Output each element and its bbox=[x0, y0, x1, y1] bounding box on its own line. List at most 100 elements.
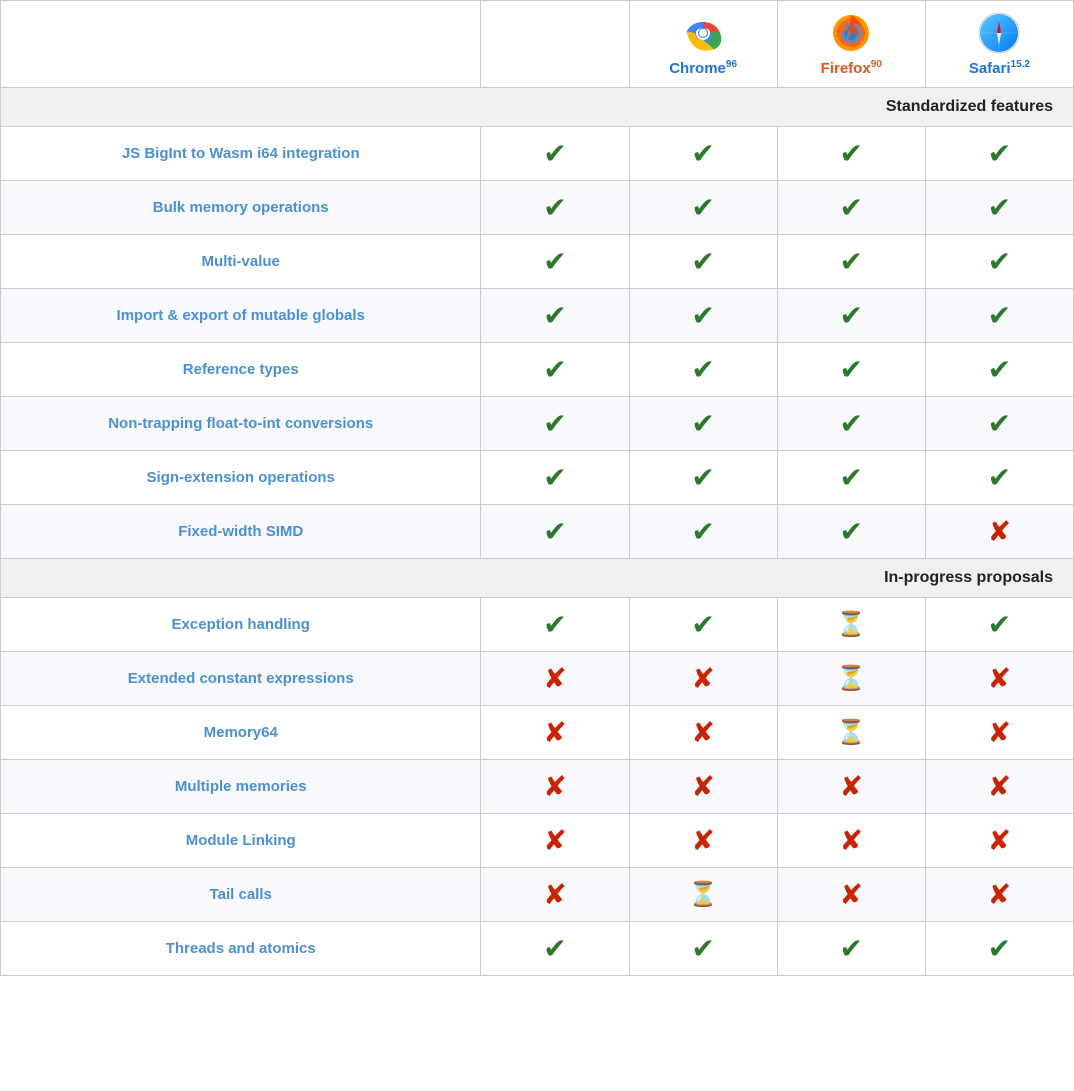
your-browser-status: ✔ bbox=[481, 451, 629, 505]
firefox-header: Firefox90 bbox=[777, 1, 925, 88]
safari-status: ✔ bbox=[925, 127, 1073, 181]
table-row: Extended constant expressions✘✘⏳✘ bbox=[1, 652, 1074, 706]
your-browser-status: ✔ bbox=[481, 397, 629, 451]
your-browser-status: ✘ bbox=[481, 868, 629, 922]
table-row: Threads and atomics✔✔✔✔ bbox=[1, 922, 1074, 976]
feature-name: Multi-value bbox=[1, 235, 481, 289]
firefox-status: ✔ bbox=[777, 235, 925, 289]
safari-icon bbox=[977, 11, 1021, 55]
safari-status: ✔ bbox=[925, 289, 1073, 343]
table-row: Non-trapping float-to-int conversions✔✔✔… bbox=[1, 397, 1074, 451]
firefox-status: ✘ bbox=[777, 760, 925, 814]
firefox-status: ⏳ bbox=[777, 598, 925, 652]
feature-name: Fixed-width SIMD bbox=[1, 505, 481, 559]
feature-column-header bbox=[1, 1, 481, 88]
your-browser-status: ✔ bbox=[481, 181, 629, 235]
table-row: Import & export of mutable globals✔✔✔✔ bbox=[1, 289, 1074, 343]
feature-name: Reference types bbox=[1, 343, 481, 397]
firefox-status: ✔ bbox=[777, 922, 925, 976]
your-browser-status: ✘ bbox=[481, 814, 629, 868]
firefox-status: ✔ bbox=[777, 343, 925, 397]
safari-status: ✔ bbox=[925, 181, 1073, 235]
table-row: JS BigInt to Wasm i64 integration✔✔✔✔ bbox=[1, 127, 1074, 181]
firefox-status: ✔ bbox=[777, 181, 925, 235]
feature-name: JS BigInt to Wasm i64 integration bbox=[1, 127, 481, 181]
your-browser-status: ✔ bbox=[481, 289, 629, 343]
table-row: Module Linking✘✘✘✘ bbox=[1, 814, 1074, 868]
feature-name: Bulk memory operations bbox=[1, 181, 481, 235]
your-browser-status: ✘ bbox=[481, 760, 629, 814]
your-browser-header bbox=[481, 1, 629, 88]
table-row: Fixed-width SIMD✔✔✔✘ bbox=[1, 505, 1074, 559]
safari-status: ✘ bbox=[925, 706, 1073, 760]
your-browser-status: ✔ bbox=[481, 922, 629, 976]
firefox-status: ✘ bbox=[777, 868, 925, 922]
chrome-status: ⏳ bbox=[629, 868, 777, 922]
feature-name: Sign-extension operations bbox=[1, 451, 481, 505]
chrome-status: ✔ bbox=[629, 127, 777, 181]
firefox-status: ✔ bbox=[777, 127, 925, 181]
your-browser-status: ✘ bbox=[481, 706, 629, 760]
chrome-status: ✘ bbox=[629, 814, 777, 868]
firefox-icon bbox=[829, 11, 873, 55]
chrome-status: ✔ bbox=[629, 451, 777, 505]
safari-header: Safari15.2 bbox=[925, 1, 1073, 88]
firefox-status: ⏳ bbox=[777, 706, 925, 760]
safari-status: ✔ bbox=[925, 598, 1073, 652]
safari-status: ✔ bbox=[925, 235, 1073, 289]
safari-status: ✔ bbox=[925, 922, 1073, 976]
section-title: In-progress proposals bbox=[1, 559, 1074, 598]
firefox-status: ✔ bbox=[777, 505, 925, 559]
your-browser-status: ✘ bbox=[481, 652, 629, 706]
feature-name: Import & export of mutable globals bbox=[1, 289, 481, 343]
safari-status: ✘ bbox=[925, 760, 1073, 814]
chrome-status: ✔ bbox=[629, 235, 777, 289]
table-row: Exception handling✔✔⏳✔ bbox=[1, 598, 1074, 652]
feature-name: Non-trapping float-to-int conversions bbox=[1, 397, 481, 451]
firefox-status: ✔ bbox=[777, 397, 925, 451]
your-browser-status: ✔ bbox=[481, 598, 629, 652]
table-row: Memory64✘✘⏳✘ bbox=[1, 706, 1074, 760]
chrome-status: ✔ bbox=[629, 343, 777, 397]
chrome-status: ✔ bbox=[629, 598, 777, 652]
section-title: Standardized features bbox=[1, 88, 1074, 127]
chrome-header: Chrome96 bbox=[629, 1, 777, 88]
your-browser-status: ✔ bbox=[481, 505, 629, 559]
your-browser-status: ✔ bbox=[481, 127, 629, 181]
feature-name: Memory64 bbox=[1, 706, 481, 760]
chrome-icon bbox=[681, 11, 725, 55]
firefox-status: ✔ bbox=[777, 289, 925, 343]
chrome-status: ✘ bbox=[629, 706, 777, 760]
safari-status: ✘ bbox=[925, 868, 1073, 922]
feature-name: Extended constant expressions bbox=[1, 652, 481, 706]
table-row: Multi-value✔✔✔✔ bbox=[1, 235, 1074, 289]
table-row: Sign-extension operations✔✔✔✔ bbox=[1, 451, 1074, 505]
chrome-status: ✔ bbox=[629, 181, 777, 235]
firefox-status: ✔ bbox=[777, 451, 925, 505]
table-row: Reference types✔✔✔✔ bbox=[1, 343, 1074, 397]
feature-name: Threads and atomics bbox=[1, 922, 481, 976]
feature-name: Module Linking bbox=[1, 814, 481, 868]
safari-status: ✘ bbox=[925, 505, 1073, 559]
chrome-status: ✔ bbox=[629, 505, 777, 559]
safari-status: ✘ bbox=[925, 652, 1073, 706]
chrome-status: ✔ bbox=[629, 397, 777, 451]
safari-status: ✔ bbox=[925, 397, 1073, 451]
firefox-status: ⏳ bbox=[777, 652, 925, 706]
safari-status: ✔ bbox=[925, 451, 1073, 505]
feature-name: Multiple memories bbox=[1, 760, 481, 814]
chrome-status: ✔ bbox=[629, 289, 777, 343]
safari-status: ✔ bbox=[925, 343, 1073, 397]
chrome-status: ✘ bbox=[629, 760, 777, 814]
safari-status: ✘ bbox=[925, 814, 1073, 868]
table-row: Bulk memory operations✔✔✔✔ bbox=[1, 181, 1074, 235]
feature-name: Tail calls bbox=[1, 868, 481, 922]
table-row: Tail calls✘⏳✘✘ bbox=[1, 868, 1074, 922]
chrome-status: ✘ bbox=[629, 652, 777, 706]
section-header-row: Standardized features bbox=[1, 88, 1074, 127]
firefox-status: ✘ bbox=[777, 814, 925, 868]
section-header-row: In-progress proposals bbox=[1, 559, 1074, 598]
chrome-status: ✔ bbox=[629, 922, 777, 976]
feature-name: Exception handling bbox=[1, 598, 481, 652]
your-browser-status: ✔ bbox=[481, 343, 629, 397]
